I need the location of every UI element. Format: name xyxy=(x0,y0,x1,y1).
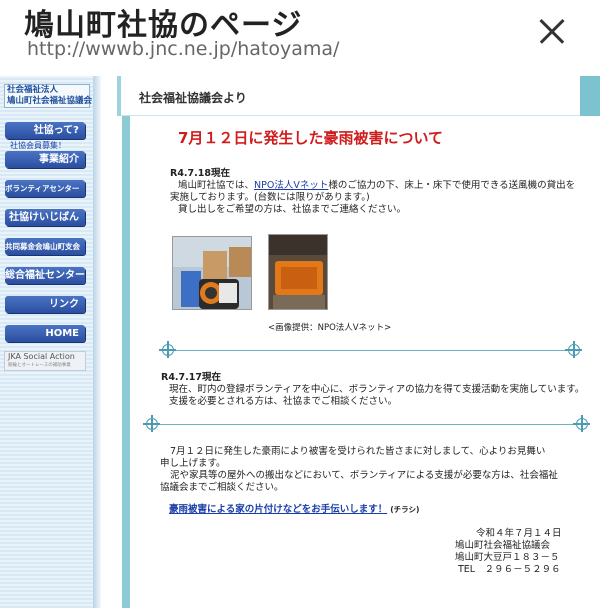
update2-line2: 支援を必要とされる方は、社協までご相談ください。 xyxy=(169,396,398,407)
headline: 7月１２日に発生した豪雨被害について xyxy=(178,129,443,147)
divider-2-left-ornament xyxy=(143,415,160,432)
signature-tel: TEL ２９６－５２９６ xyxy=(458,564,561,575)
sidebar-item-community-chest[interactable]: 共同募金会鳩山町支会 xyxy=(5,238,85,255)
sidebar-edge xyxy=(93,76,101,608)
signature-address: 鳩山町大豆戸１８３－５ xyxy=(455,552,560,563)
divider-1-right-ornament xyxy=(565,341,582,358)
flyer-note: (チラシ) xyxy=(390,505,420,514)
update1-line1-a: 鳩山町社協では、 xyxy=(178,180,255,191)
header-teal-strip xyxy=(580,76,600,116)
sidebar-item-membership[interactable]: 社協会員募集！ xyxy=(10,140,66,151)
sidebar-item-services[interactable]: 事業紹介 xyxy=(5,151,85,168)
message-line4: 協議会までご相談ください。 xyxy=(160,482,284,493)
update1-line3: 貸し出しをご希望の方は、社協までご連絡ください。 xyxy=(178,204,407,215)
update1-line1-b: 様のご協力の下、床上・床下で使用できる送風機の貸出を xyxy=(328,180,576,191)
message-line1: 7月１２日に発生した豪雨により被害を受けられた皆さまに対しまして、心よりお見舞い xyxy=(170,446,546,457)
update2-line1: 現在、町内の登録ボランティアを中心に、ボランティアの協力を得て支援活動を実施して… xyxy=(169,384,585,395)
signature-org: 鳩山町社会福祉協議会 xyxy=(455,540,551,551)
sidebar-item-about[interactable]: 社協って? xyxy=(5,122,85,139)
update2-date: R4.7.17現在 xyxy=(161,372,221,383)
message-line3: 泥や家具等の屋外への搬出などにおいて、ボランティアによる支援が必要な方は、社会福… xyxy=(170,470,558,481)
divider-1 xyxy=(168,350,574,351)
sidebar: 社会福祉法人 鳩山町社会福祉協議会 社協って? 社協会員募集！ 事業紹介 ボラン… xyxy=(0,76,93,608)
org-logo-line2: 鳩山町社会福祉協議会 xyxy=(7,96,93,106)
sidebar-item-home[interactable]: HOME xyxy=(5,325,85,342)
close-icon[interactable] xyxy=(534,14,570,50)
signature-date: 令和４年７月１４日 xyxy=(476,528,562,539)
org-logo[interactable]: 社会福祉法人 鳩山町社会福祉協議会 xyxy=(4,84,93,108)
npo-vnet-link[interactable]: NPO法人Vネット xyxy=(254,180,328,191)
jka-banner[interactable]: JKA Social Action 競輪とオートレースの補助事業 xyxy=(4,351,86,371)
update1-line2: 実施しております。(台数には限りがあります。) xyxy=(170,192,370,203)
flyer-line: 豪雨被害による家の片付けなどをお手伝いします！ (チラシ) xyxy=(169,504,419,517)
blower-photo-1 xyxy=(172,236,252,310)
message-line2: 申し上げます。 xyxy=(160,458,226,469)
blower-photo-2 xyxy=(268,234,328,310)
divider-2 xyxy=(152,424,582,425)
page-url: http://wwwb.jnc.ne.jp/hatoyama/ xyxy=(27,38,340,60)
update1-line1: 鳩山町社協では、NPO法人Vネット様のご協力の下、床上・床下で使用できる送風機の… xyxy=(178,180,575,193)
top-bar: 鳩山町社協のページ http://wwwb.jnc.ne.jp/hatoyama… xyxy=(0,0,600,72)
flyer-link[interactable]: 豪雨被害による家の片付けなどをお手伝いします！ xyxy=(169,504,387,515)
sidebar-item-links[interactable]: リンク xyxy=(5,296,85,313)
org-logo-line1: 社会福祉法人 xyxy=(7,85,59,95)
divider-1-left-ornament xyxy=(159,341,176,358)
section-label: 社会福祉協議会より xyxy=(139,91,247,105)
jka-subtitle: 競輪とオートレースの補助事業 xyxy=(8,363,71,368)
photo-caption: <画像提供：NPO法人Vネット> xyxy=(268,323,392,333)
sidebar-item-bulletin-board[interactable]: 社協けいじばん xyxy=(5,209,85,226)
header-accent-bar xyxy=(117,76,121,116)
divider-2-right-ornament xyxy=(573,415,590,432)
update1-date: R4.7.18現在 xyxy=(170,168,230,179)
jka-title: JKA Social Action xyxy=(8,352,75,361)
content-header: 社会福祉協議会より xyxy=(117,76,600,116)
sidebar-item-volunteer-center[interactable]: ボランティアセンター xyxy=(5,180,85,197)
sidebar-item-welfare-center[interactable]: 総合福祉センター xyxy=(5,267,85,284)
